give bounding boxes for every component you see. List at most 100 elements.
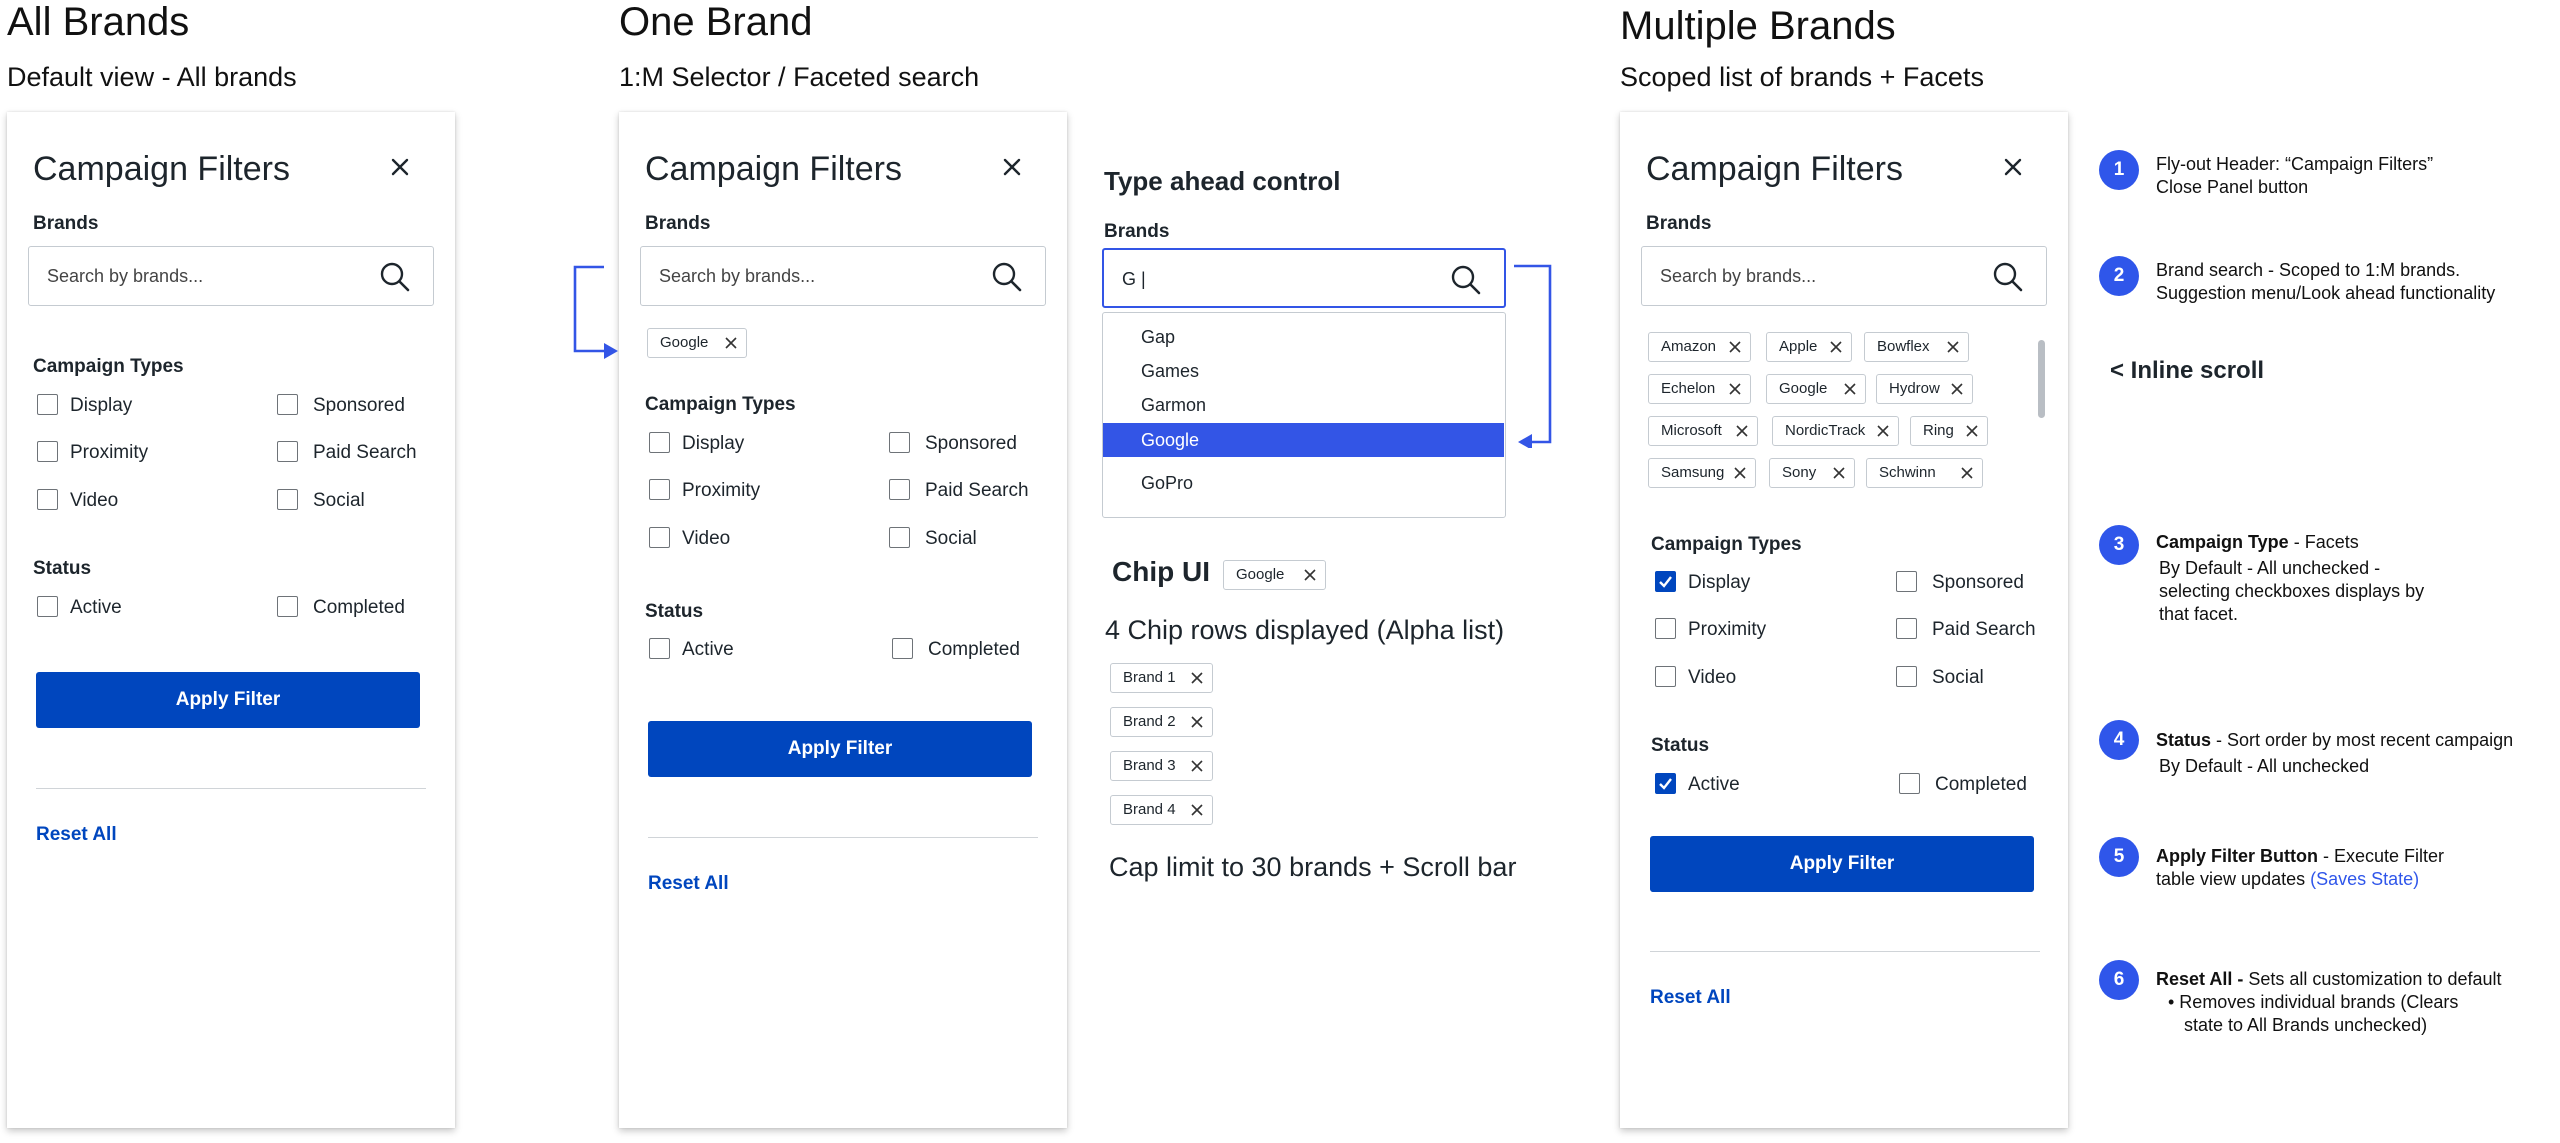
close-icon[interactable] [725,337,737,349]
close-icon[interactable] [999,154,1025,180]
brand-chip[interactable]: Google [1766,374,1866,404]
search-icon [1451,265,1481,295]
checkbox-proximity[interactable] [649,479,670,500]
checkbox-active[interactable] [37,596,58,617]
chip-brand-3[interactable]: Brand 3 [1110,751,1213,781]
close-icon[interactable] [1830,341,1842,353]
chip-label: Ring [1923,422,1954,439]
checkmark-icon [1659,778,1672,790]
checkbox-active-checked[interactable] [1655,773,1676,794]
close-icon[interactable] [1191,804,1203,816]
brand-chip[interactable]: Ring [1910,416,1988,446]
apply-filter-button[interactable]: Apply Filter [648,721,1032,777]
annotation-note: Status - Sort order by most recent campa… [2156,730,2514,776]
brand-search-input[interactable]: Search by brands... [1641,246,2047,306]
suggestion-item[interactable]: GoPro [1103,466,1504,500]
suggestion-item-selected[interactable]: Google [1103,423,1504,457]
checkbox-paid-search[interactable] [277,441,298,462]
brand-search-input[interactable]: Search by brands... [28,246,434,306]
checkbox-proximity[interactable] [1655,618,1676,639]
brand-chip-google[interactable]: Google [647,328,747,358]
checkbox-proximity[interactable] [37,441,58,462]
close-icon[interactable] [1734,467,1746,479]
close-icon[interactable] [1877,425,1889,437]
typeahead-query: G | [1122,269,1146,289]
checkbox-video[interactable] [37,489,58,510]
checkbox-social[interactable] [277,489,298,510]
reset-all-link[interactable]: Reset All [648,873,729,895]
suggestion-item[interactable]: Garmon [1103,388,1504,422]
checkbox-label-display: Display [70,395,133,416]
close-icon[interactable] [1729,341,1741,353]
typeahead-input[interactable]: G | [1102,248,1506,308]
campaign-types-label: Campaign Types [33,356,184,377]
brand-chip[interactable]: Bowflex [1864,332,1969,362]
checkbox-paid-search[interactable] [1896,618,1917,639]
example-chip-google[interactable]: Google [1223,560,1326,590]
divider [1650,951,2040,952]
chip-label: Google [660,334,709,351]
chip-label: Hydrow [1889,380,1940,397]
close-icon[interactable] [1729,383,1741,395]
suggestion-item[interactable]: Gap [1103,320,1504,354]
checkbox-social[interactable] [889,527,910,548]
brand-chip[interactable]: Apple [1766,332,1852,362]
apply-filter-button[interactable]: Apply Filter [36,672,420,728]
checkbox-sponsored[interactable] [277,394,298,415]
section-title-multiple-brands: Multiple Brands [1620,4,1896,48]
reset-all-link[interactable]: Reset All [1650,987,1731,1009]
section-subtitle-one-brand: 1:M Selector / Faceted search [619,62,980,92]
close-icon[interactable] [1736,425,1748,437]
brand-chip[interactable]: Microsoft [1648,416,1758,446]
close-icon[interactable] [1191,760,1203,772]
close-icon[interactable] [1191,716,1203,728]
chip-label: NordicTrack [1785,422,1866,439]
checkbox-completed[interactable] [277,596,298,617]
apply-filter-button[interactable]: Apply Filter [1650,836,2034,892]
brand-chip[interactable]: Hydrow [1876,374,1973,404]
checkbox-display-checked[interactable] [1655,571,1676,592]
close-icon[interactable] [1191,672,1203,684]
close-icon[interactable] [1947,341,1959,353]
close-icon[interactable] [387,154,413,180]
checkbox-social[interactable] [1896,666,1917,687]
checkbox-active[interactable] [649,638,670,659]
chip-brand-4[interactable]: Brand 4 [1110,795,1213,825]
brand-chip[interactable]: Sony [1769,458,1855,488]
cap-limit-caption: Cap limit to 30 brands + Scroll bar [1109,852,1517,882]
brand-chip[interactable]: Schwinn [1866,458,1983,488]
brands-label: Brands [33,213,99,234]
brand-chip[interactable]: Samsung [1648,458,1756,488]
close-icon[interactable] [1833,467,1845,479]
brand-search-input[interactable]: Search by brands... [640,246,1046,306]
campaign-types-label: Campaign Types [1651,534,1802,555]
checkbox-sponsored[interactable] [889,432,910,453]
close-icon[interactable] [1951,383,1963,395]
close-icon[interactable] [2000,154,2026,180]
checkbox-completed[interactable] [1899,773,1920,794]
chip-brand-2[interactable]: Brand 2 [1110,707,1213,737]
checkbox-label-display: Display [682,433,745,454]
suggestion-item[interactable]: Games [1103,354,1504,388]
checkbox-video[interactable] [1655,666,1676,687]
chip-label: Amazon [1661,338,1717,355]
chip-scrollbar[interactable] [2038,340,2045,418]
brand-chip[interactable]: NordicTrack [1772,416,1899,446]
annotation-number: 4 [2099,720,2139,760]
brand-chip[interactable]: Amazon [1648,332,1751,362]
brand-chip[interactable]: Echelon [1648,374,1751,404]
checkbox-display[interactable] [37,394,58,415]
checkbox-label-proximity: Proximity [70,442,149,463]
checkbox-sponsored[interactable] [1896,571,1917,592]
close-icon[interactable] [1304,569,1316,581]
close-icon[interactable] [1961,467,1973,479]
checkbox-display[interactable] [649,432,670,453]
checkbox-label-social: Social [925,528,977,549]
checkbox-completed[interactable] [892,638,913,659]
close-icon[interactable] [1966,425,1978,437]
checkbox-video[interactable] [649,527,670,548]
checkbox-paid-search[interactable] [889,479,910,500]
reset-all-link[interactable]: Reset All [36,824,117,846]
close-icon[interactable] [1844,383,1856,395]
chip-brand-1[interactable]: Brand 1 [1110,663,1213,693]
